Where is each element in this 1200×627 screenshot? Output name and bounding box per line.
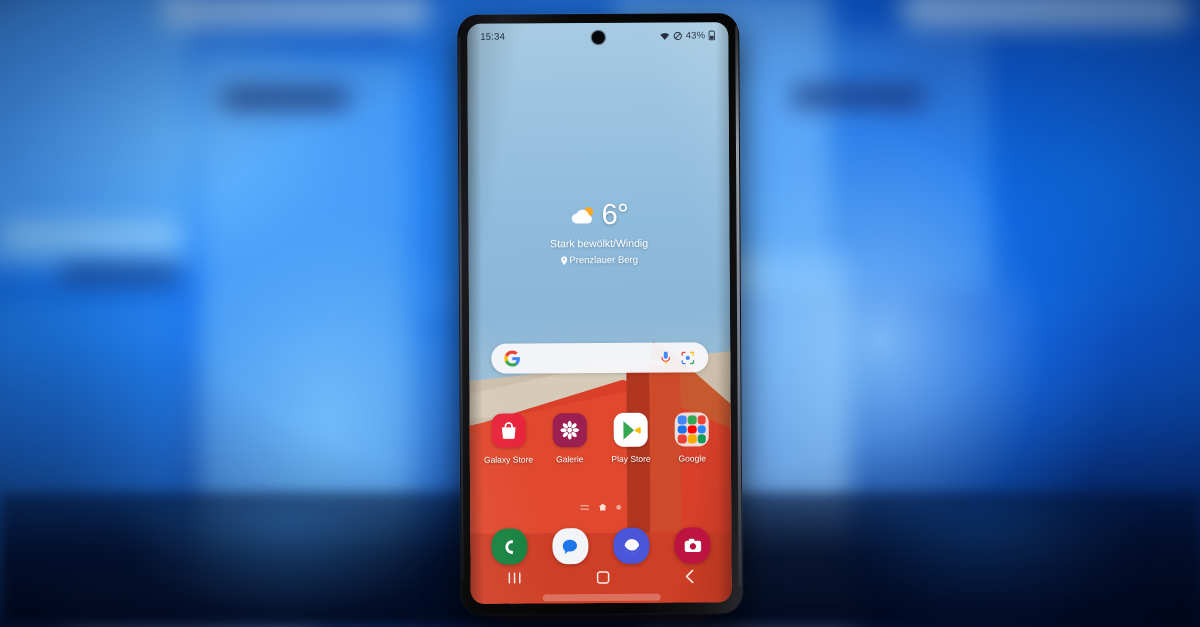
search-input[interactable] (524, 358, 655, 359)
gallery-icon[interactable] (552, 413, 587, 448)
messages-icon[interactable] (552, 528, 589, 565)
dock-app-messages[interactable] (540, 528, 601, 565)
google-folder-icon[interactable] (674, 412, 710, 447)
app-label: Galaxy Store (483, 454, 534, 465)
smartphone-device: 15:34 43% 6° Stark bewölkt/Windig Prenzl… (457, 13, 743, 615)
google-g-icon (504, 350, 520, 367)
wifi-icon (660, 32, 670, 40)
shopping-bag-glyph (501, 422, 516, 439)
mini-app-icon (697, 425, 707, 434)
recents-icon[interactable] (508, 571, 522, 586)
status-bar-clock: 15:34 (480, 31, 506, 43)
front-camera-punch-hole (591, 30, 605, 45)
wallpaper-edge-shading (467, 22, 732, 604)
play-triangle-glyph (623, 420, 641, 440)
status-bar-indicators: 43% (660, 30, 716, 41)
galaxy-store-icon[interactable] (491, 413, 526, 448)
mini-app-icon (687, 415, 697, 425)
weather-location-row: Prenzlauer Berg (469, 254, 730, 267)
app-play-store[interactable]: Play Store (600, 412, 662, 464)
dock-app-camera[interactable] (662, 527, 723, 564)
flower-glyph (560, 420, 579, 440)
mini-app-icon (687, 425, 697, 434)
weather-location-name: Prenzlauer Berg (569, 254, 639, 267)
back-chevron-icon[interactable] (684, 569, 694, 585)
phone-screen[interactable]: 15:34 43% 6° Stark bewölkt/Windig Prenzl… (467, 22, 732, 604)
partly-cloudy-icon (572, 206, 594, 223)
list-icon[interactable] (580, 504, 590, 511)
home-screen-dock (478, 527, 723, 565)
google-search-bar[interactable] (491, 342, 709, 374)
handset-glyph (505, 539, 514, 554)
app-galaxy-store[interactable]: Galaxy Store (478, 413, 540, 465)
app-label: Play Store (611, 453, 651, 464)
battery-percentage: 43% (685, 29, 706, 41)
location-pin-icon (560, 256, 567, 266)
mini-app-icon (687, 434, 697, 444)
home-screen-app-grid: Galaxy Store Galerie Play Store Google (478, 412, 723, 465)
home-screen-wallpaper (467, 22, 732, 604)
android-navigation-bar (471, 564, 732, 592)
camera-icon[interactable] (674, 527, 711, 564)
weather-widget-main: 6° (468, 198, 729, 231)
samsung-internet-icon[interactable] (613, 527, 650, 564)
dock-app-internet[interactable] (601, 527, 662, 564)
phone-icon[interactable] (490, 528, 528, 565)
app-google-folder[interactable]: Google (661, 412, 723, 464)
camera-glyph (684, 538, 702, 552)
weather-widget[interactable]: 6° Stark bewölkt/Windig Prenzlauer Berg (468, 198, 730, 267)
mini-app-icon (697, 415, 707, 425)
weather-temperature: 6° (601, 198, 629, 231)
dot-icon[interactable] (616, 504, 622, 510)
speech-bubble-glyph (563, 539, 578, 554)
gesture-handle-bar[interactable] (542, 593, 661, 602)
home-square-icon[interactable] (596, 570, 610, 585)
mini-app-icon (697, 434, 707, 444)
app-galerie[interactable]: Galerie (539, 413, 601, 464)
mini-app-icon (677, 415, 687, 425)
app-label: Galerie (556, 454, 584, 465)
google-lens-icon[interactable] (680, 350, 695, 365)
home-icon[interactable] (598, 503, 607, 511)
play-store-icon[interactable] (613, 412, 648, 447)
dock-app-phone[interactable] (478, 528, 539, 565)
microphone-icon[interactable] (659, 350, 672, 365)
weather-condition: Stark bewölkt/Windig (550, 237, 649, 251)
globe-glyph (624, 538, 639, 553)
mini-app-icon (678, 434, 687, 444)
page-indicator[interactable] (470, 502, 731, 512)
battery-icon (708, 30, 716, 41)
mute-icon (674, 31, 683, 40)
app-label: Google (678, 453, 706, 464)
mini-app-icon (678, 425, 687, 434)
